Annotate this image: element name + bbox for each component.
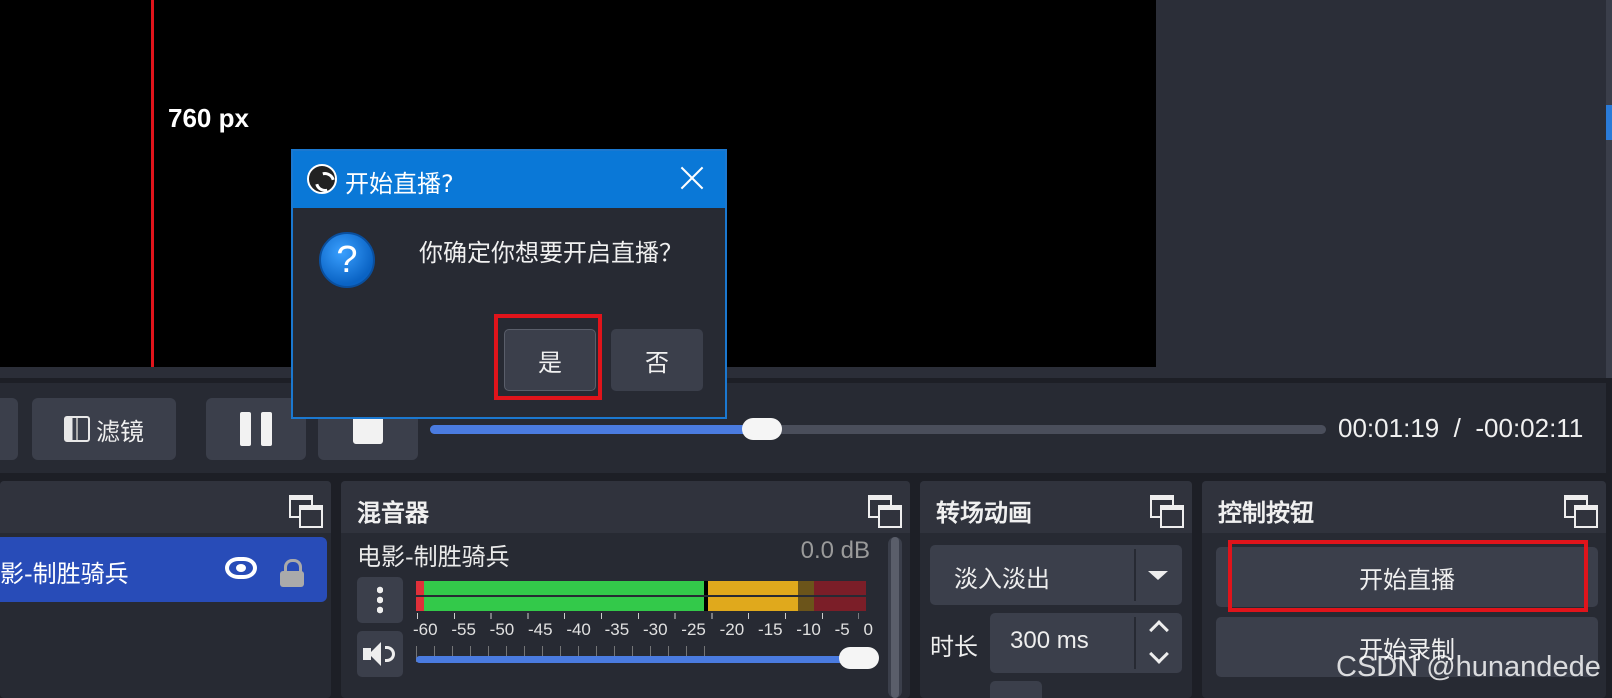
media-toolbar: 滤镜 00:01:19 / -00:02:11 [0,383,1606,473]
mixer-menu-button[interactable] [357,577,403,623]
duration-value: 300 ms [1010,627,1089,654]
meter-scale-label: -35 [604,620,630,639]
meter-scale-label: -25 [681,620,706,639]
meter-scale-label: -55 [451,620,476,639]
mixer-channel-name: 电影-制胜骑兵 [357,543,510,571]
mixer-channel-db: 0.0 dB [800,537,870,564]
mixer-dock-header: 混音器 [341,481,910,533]
sources-dock-header [0,481,331,533]
dialog-message: 你确定你想要开启直播？ [419,239,683,267]
undock-icon[interactable] [1564,495,1598,528]
meter-scale-labels: -60 -55 -50 -45 -40 -35 -30 -25 -20 -15 -10 -5 0 [413,620,873,640]
source-item[interactable]: 影-制胜骑兵 [0,537,327,602]
audio-meter-left [416,581,866,595]
controls-title: 控制按钮 [1218,499,1314,527]
meter-scale-label: -50 [489,620,515,639]
start-stream-button[interactable]: 开始直播 [1216,547,1598,607]
chevron-down-icon[interactable] [1149,644,1169,664]
transitions-dock-header: 转场动画 [920,481,1192,533]
chevron-up-icon[interactable] [1149,620,1169,640]
guide-line [151,0,154,367]
toolbar-button-partial[interactable] [0,398,18,460]
meter-scale-label: -10 [796,620,821,639]
filters-button[interactable]: 滤镜 [32,398,176,460]
transition-select-value: 淡入淡出 [954,565,1050,593]
volume-slider-handle[interactable] [839,647,879,669]
filter-icon [64,416,90,442]
undock-icon[interactable] [1150,495,1184,528]
watermark: CSDN @hunandede [1336,651,1601,683]
meter-scale-label: 0 [863,620,873,639]
add-transition-button[interactable] [990,681,1042,698]
meter-scale-label: -5 [834,620,850,639]
pause-icon [240,412,272,446]
meter-scale-label: -40 [566,620,591,639]
question-icon: ? [319,232,375,288]
meter-scale: -60 -55 -50 -45 -40 -35 -30 -25 -20 -15 -10 -5 0 [413,613,873,643]
transition-select[interactable]: 淡入淡出 [930,545,1182,605]
undock-icon[interactable] [289,495,323,528]
meter-scale-label: -15 [757,620,783,639]
mute-button[interactable] [357,631,403,677]
speaker-icon [363,640,397,668]
seek-slider[interactable] [430,418,1326,440]
chevron-down-icon [1148,571,1168,580]
transitions-title: 转场动画 [936,499,1032,527]
mixer-scrollbar[interactable] [888,537,902,698]
mixer-dock: 混音器 电影-制胜骑兵 0.0 dB -60 -55 -50 -45 -40 -35 -30… [341,481,910,698]
time-separator: / [1453,413,1461,443]
yes-button[interactable]: 是 [504,329,596,391]
close-icon[interactable] [679,165,705,191]
no-button[interactable]: 否 [611,329,703,391]
right-edge-scrollbar[interactable] [1606,0,1612,378]
sources-dock: 影-制胜骑兵 [0,481,331,698]
confirm-dialog: 开始直播? ? 你确定你想要开启直播？ 是 否 [291,149,727,419]
more-vertical-icon [377,585,383,615]
controls-dock-header: 控制按钮 [1202,481,1606,533]
filters-button-label: 滤镜 [96,417,144,446]
mixer-title: 混音器 [357,499,429,527]
dialog-titlebar: 开始直播? [293,151,725,208]
obs-logo-icon [307,164,337,194]
lock-icon[interactable] [280,559,304,587]
eye-icon[interactable] [225,557,257,579]
meter-scale-label: -45 [527,620,553,639]
transitions-dock: 转场动画 淡入淡出 时长 300 ms [920,481,1192,698]
meter-scale-label: -30 [642,620,668,639]
volume-slider[interactable] [416,656,866,663]
undock-icon[interactable] [868,495,902,528]
guide-label: 760 px [168,103,249,133]
source-item-label: 影-制胜骑兵 [0,560,129,588]
meter-scale-label: -20 [719,620,745,639]
seek-slider-handle[interactable] [741,418,782,440]
seek-slider-fill [430,425,762,434]
duration-label: 时长 [930,633,978,661]
meter-scale-label: -60 [413,620,438,639]
time-remaining: -00:02:11 [1475,413,1584,443]
audio-meter-right [416,597,866,611]
preview-area: 760 px [0,0,1612,378]
time-current: 00:01:19 [1338,413,1440,443]
duration-spinbox[interactable]: 300 ms [990,613,1182,673]
time-readout: 00:01:19 / -00:02:11 [1338,413,1583,444]
dialog-title: 开始直播? [345,170,454,198]
